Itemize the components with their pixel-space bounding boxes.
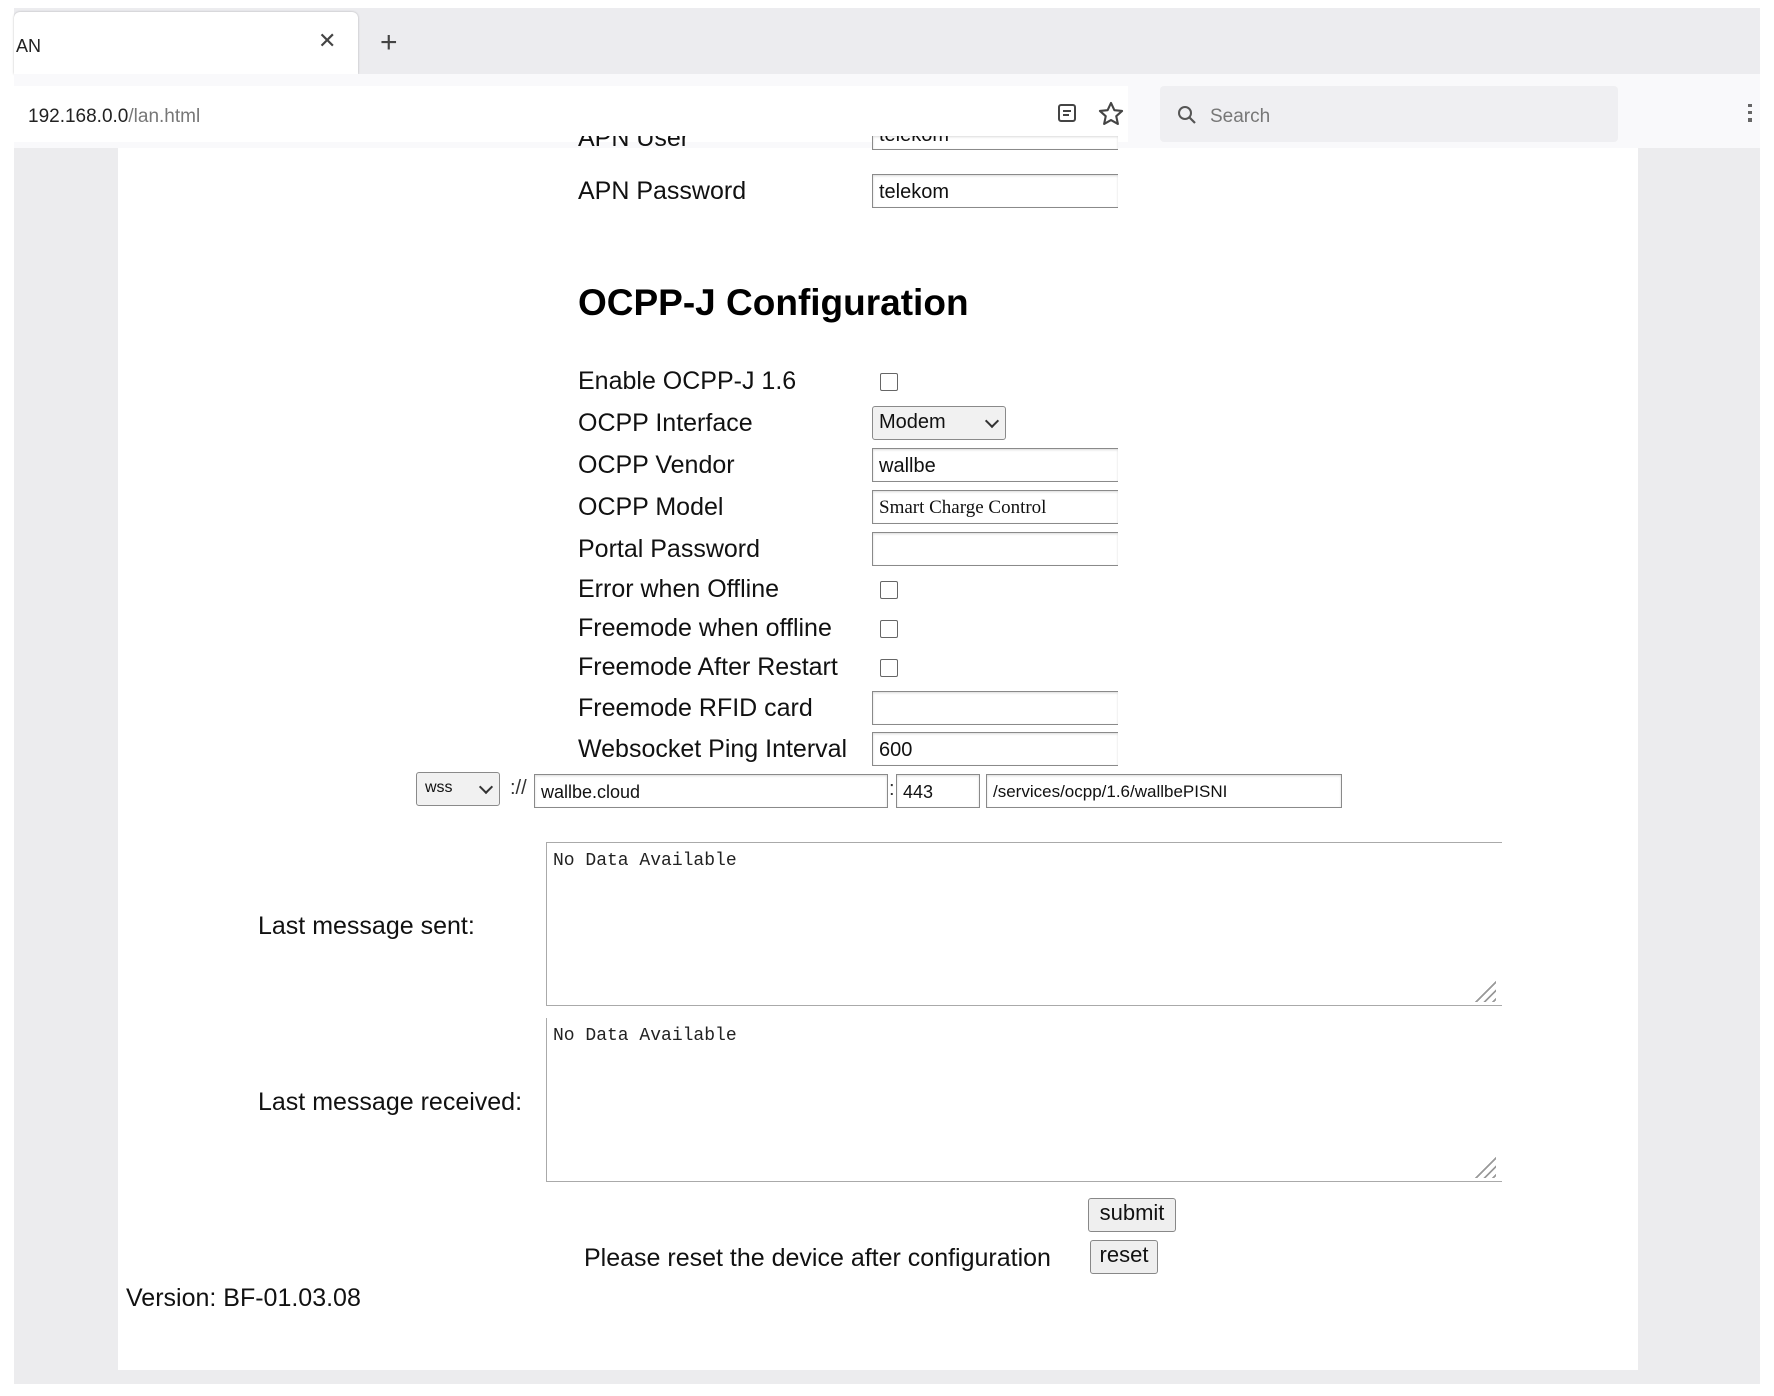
bookmark-star-icon[interactable] [1097, 100, 1125, 128]
ocpp-model-label: OCPP Model [578, 493, 724, 521]
last-sent-textarea[interactable]: No Data Available [546, 842, 1502, 1006]
server-path-input[interactable]: /services/ocpp/1.6/wallbePISNI [986, 774, 1342, 808]
server-host-input[interactable]: wallbe.cloud [534, 774, 888, 808]
freemode-rfid-input[interactable] [872, 691, 1118, 725]
ocpp-heading: OCPP-J Configuration [578, 282, 969, 323]
freemode-offline-checkbox[interactable] [880, 620, 898, 638]
error-offline-checkbox[interactable] [880, 581, 898, 599]
scheme-select[interactable]: wss [416, 772, 500, 806]
search-placeholder: Search [1210, 106, 1271, 127]
ocpp-model-input[interactable]: Smart Charge Control [872, 490, 1118, 524]
new-tab-icon[interactable]: + [380, 28, 398, 58]
last-received-label: Last message received: [258, 1088, 523, 1116]
url-host: 192.168.0.0 [28, 106, 129, 127]
freemode-restart-checkbox[interactable] [880, 659, 898, 677]
portal-password-input[interactable] [872, 532, 1118, 566]
last-sent-label: Last message sent: [258, 912, 475, 940]
ocpp-vendor-label: OCPP Vendor [578, 451, 735, 479]
chevron-down-icon [984, 413, 1000, 429]
url-path: /lan.html [128, 106, 201, 127]
close-tab-icon[interactable]: ✕ [318, 30, 336, 52]
apn-password-input[interactable]: telekom [872, 174, 1118, 208]
ocpp-vendor-input[interactable]: wallbe [872, 448, 1118, 482]
scheme-separator: :// [510, 777, 527, 799]
ocpp-interface-select[interactable]: Modem [872, 406, 1006, 440]
apn-password-label: APN Password [578, 177, 747, 205]
freemode-rfid-label: Freemode RFID card [578, 694, 813, 722]
reset-instruction: Please reset the device after configurat… [584, 1244, 1051, 1272]
ping-interval-input[interactable]: 600 [872, 732, 1118, 766]
scheme-value: wss [425, 779, 453, 796]
firmware-version: Version: BF-01.03.08 [126, 1284, 361, 1312]
reset-button[interactable]: reset [1090, 1240, 1158, 1274]
freemode-offline-label: Freemode when offline [578, 614, 832, 642]
portal-password-label: Portal Password [578, 535, 761, 563]
apn-user-input[interactable]: telekom [872, 136, 1118, 150]
url-text[interactable]: 192.168.0.0/lan.html [28, 106, 200, 128]
ocpp-interface-value: Modem [879, 411, 946, 433]
submit-button[interactable]: submit [1088, 1198, 1176, 1232]
error-offline-label: Error when Offline [578, 575, 780, 603]
menu-icon[interactable] [1748, 104, 1752, 122]
tab-title: AN [16, 36, 42, 56]
ocpp-interface-label: OCPP Interface [578, 409, 753, 437]
port-separator: : [889, 778, 895, 800]
ping-interval-label: Websocket Ping Interval [578, 735, 848, 763]
search-icon [1178, 106, 1196, 124]
apn-user-label: APN User [578, 136, 690, 150]
browser-tab[interactable] [14, 12, 358, 74]
reader-view-icon[interactable] [1057, 103, 1077, 123]
last-received-textarea[interactable]: No Data Available [546, 1018, 1502, 1182]
server-port-input[interactable]: 443 [896, 774, 980, 808]
chevron-down-icon [478, 779, 494, 795]
freemode-restart-label: Freemode After Restart [578, 653, 838, 681]
enable-ocpp-label: Enable OCPP-J 1.6 [578, 367, 797, 395]
enable-ocpp-checkbox[interactable] [880, 373, 898, 391]
